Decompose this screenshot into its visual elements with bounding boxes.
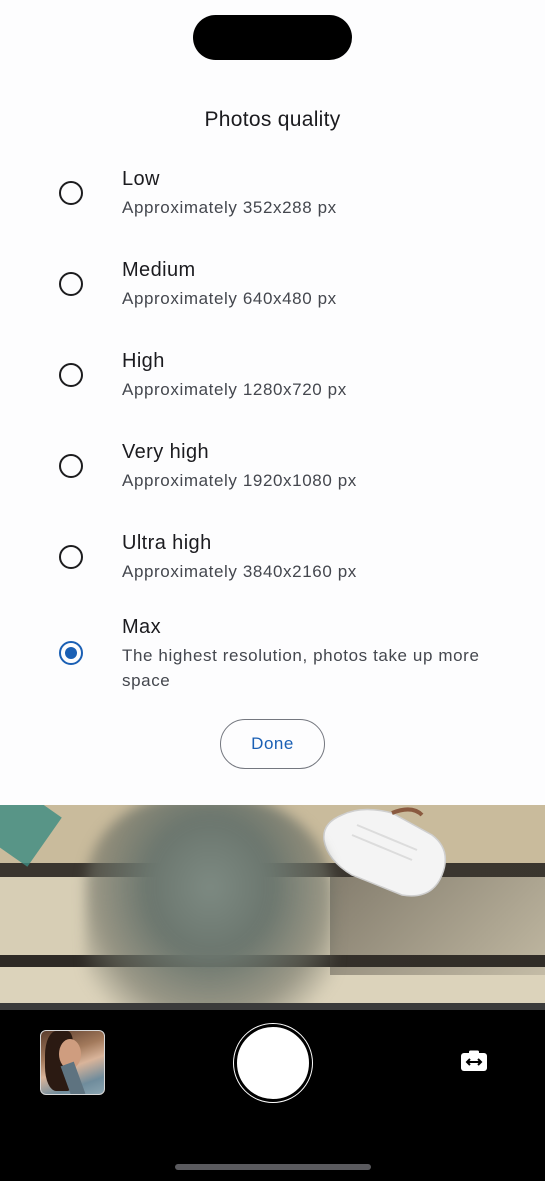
shutter-button[interactable] [234,1024,312,1102]
option-label: Max [122,616,161,638]
switch-camera-icon[interactable] [460,1050,488,1072]
option-medium[interactable]: Medium Approximately 640x480 px [0,256,545,316]
radio-button-icon[interactable] [59,545,83,569]
option-high[interactable]: High Approximately 1280x720 px [0,347,545,407]
home-indicator[interactable] [175,1164,371,1170]
viewfinder-edge [0,1003,545,1010]
radio-button-icon[interactable] [59,454,83,478]
gallery-thumbnail[interactable] [40,1030,105,1095]
sneaker-image [323,807,447,897]
option-label: High [122,350,165,372]
radio-button-icon[interactable] [59,363,83,387]
option-description: Approximately 640x480 px [122,289,337,308]
option-description: Approximately 1280x720 px [122,380,347,399]
camera-controls [0,1010,545,1181]
option-description: Approximately 1920x1080 px [122,471,357,490]
dynamic-island [193,15,352,60]
photo-quality-sheet: Photos quality Low Approximately 352x288… [0,0,545,805]
done-button[interactable]: Done [220,719,325,769]
option-description: The highest resolution, photos take up m… [122,646,480,690]
radio-button-selected-icon[interactable] [59,641,83,665]
option-description: Approximately 3840x2160 px [122,562,357,581]
radio-button-icon[interactable] [59,181,83,205]
option-label: Ultra high [122,532,212,554]
blurred-pole [85,805,335,1010]
option-ultra-high[interactable]: Ultra high Approximately 3840x2160 px [0,530,545,590]
option-max[interactable]: Max The highest resolution, photos take … [0,614,545,694]
option-very-high[interactable]: Very high Approximately 1920x1080 px [0,438,545,498]
option-label: Very high [122,441,209,463]
sheet-title: Photos quality [204,108,341,131]
radio-button-icon[interactable] [59,272,83,296]
option-low[interactable]: Low Approximately 352x288 px [0,165,545,225]
option-description: Approximately 352x288 px [122,198,337,217]
option-label: Low [122,168,160,190]
option-label: Medium [122,259,196,281]
camera-viewfinder[interactable] [0,805,545,1010]
